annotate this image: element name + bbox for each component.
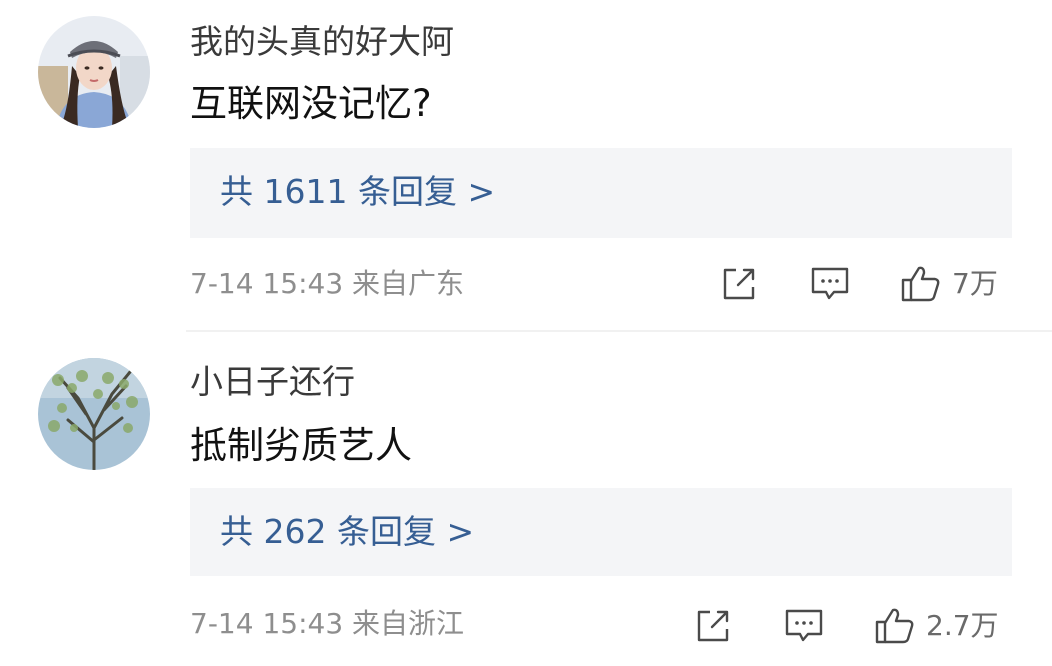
- like-button[interactable]: 2.7万: [874, 604, 999, 648]
- share-button[interactable]: [720, 262, 758, 306]
- share-icon: [723, 268, 755, 300]
- like-count: 7万: [952, 267, 998, 300]
- view-replies-label: 共 262 条回复 >: [220, 512, 475, 551]
- view-replies-button[interactable]: 共 1611 条回复 >: [190, 148, 1012, 238]
- like-button[interactable]: 7万: [900, 262, 998, 306]
- share-icon: [697, 610, 729, 642]
- view-replies-label: 共 1611 条回复 >: [220, 172, 496, 211]
- comment-icon: [811, 267, 849, 300]
- username[interactable]: 小日子还行: [190, 362, 355, 402]
- avatar[interactable]: [38, 358, 150, 470]
- thumbs-up-icon: [901, 266, 940, 302]
- comment-icon: [785, 609, 823, 642]
- comment-button[interactable]: [784, 604, 824, 648]
- comment-meta: 7-14 15:43 来自广东: [190, 267, 465, 300]
- avatar-tree-image: [38, 358, 150, 470]
- thumbs-up-icon: [875, 608, 914, 644]
- share-button[interactable]: [694, 604, 732, 648]
- comment-item: 我的头真的好大阿 互联网没记忆? 共 1611 条回复 > 7-14 15:43…: [0, 0, 1052, 330]
- comment-meta: 7-14 15:43 来自浙江: [190, 607, 465, 640]
- avatar[interactable]: [38, 16, 150, 128]
- comment-text: 互联网没记忆?: [190, 82, 432, 125]
- comment-button[interactable]: [810, 262, 850, 306]
- comment-divider: [186, 330, 1052, 332]
- comment-text: 抵制劣质艺人: [190, 424, 412, 467]
- view-replies-button[interactable]: 共 262 条回复 >: [190, 488, 1012, 576]
- comment-item: 小日子还行 抵制劣质艺人 共 262 条回复 > 7-14 15:43 来自浙江…: [0, 338, 1052, 666]
- like-count: 2.7万: [926, 609, 999, 642]
- avatar-woman-image: [38, 16, 150, 128]
- username[interactable]: 我的头真的好大阿: [190, 22, 454, 62]
